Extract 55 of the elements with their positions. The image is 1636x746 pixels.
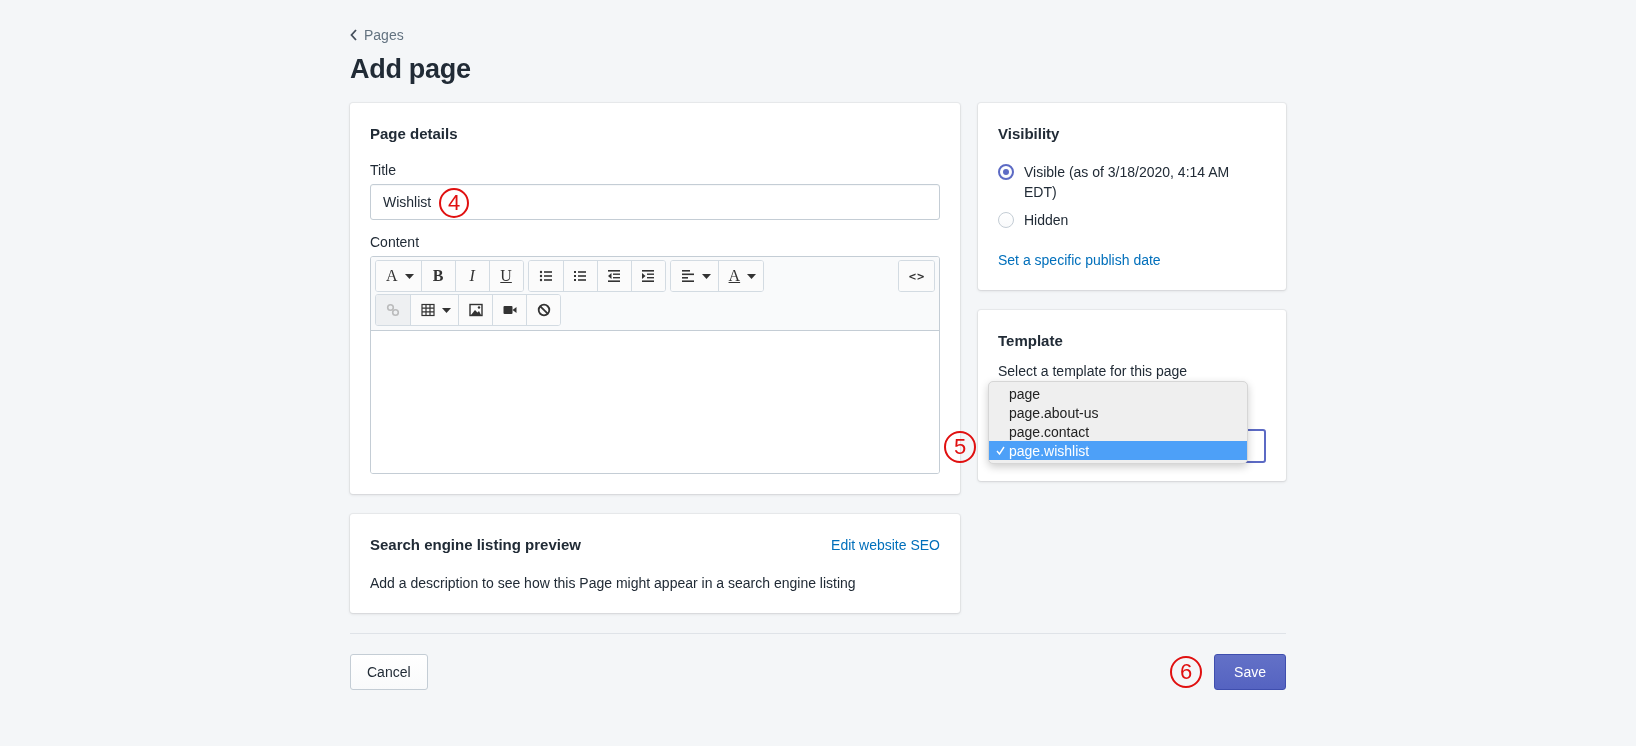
toolbar-button[interactable]: A [376, 261, 421, 291]
table-icon [421, 303, 435, 317]
numbered-list-icon [573, 269, 588, 283]
caret-down-icon [701, 273, 711, 279]
toolbar-button[interactable]: U [488, 261, 523, 291]
toolbar-button[interactable] [562, 261, 597, 291]
toolbar-button[interactable] [526, 295, 560, 325]
callout-number: 4 [439, 188, 469, 218]
toolbar-button[interactable]: A [717, 261, 764, 291]
caret-down-icon [404, 273, 414, 279]
edit-seo-link[interactable]: Edit website SEO [831, 536, 940, 553]
save-button[interactable]: Save [1214, 654, 1286, 690]
radio-button[interactable] [998, 164, 1014, 180]
field-label: Content [370, 234, 421, 250]
video-camera-icon [502, 303, 517, 317]
align-left-icon [680, 269, 695, 283]
template-hint: Select a template for this page [998, 363, 1189, 379]
breadcrumb-link[interactable]: Pages [350, 27, 404, 43]
menu-option[interactable]: page.about-us [989, 403, 1247, 422]
radio-label: Visible (as of 3/18/2020, 4:14 AM EDT) [1024, 163, 1231, 202]
toolbar-button[interactable]: <> [899, 261, 934, 291]
card-heading: Visibility [998, 125, 1061, 142]
callout-number: 5 [944, 431, 976, 463]
toolbar-button[interactable] [670, 261, 718, 291]
radio-label: Hidden [1024, 211, 1069, 230]
outdent-icon [607, 269, 622, 283]
toolbar-button[interactable] [596, 261, 631, 291]
caret-down-icon [747, 273, 757, 279]
toolbar-button[interactable] [458, 295, 492, 325]
card-heading: Search engine listing preview [370, 536, 581, 553]
callout-number: 6 [1170, 656, 1203, 688]
toolbar-button[interactable] [528, 261, 563, 291]
field-label: Title [370, 162, 397, 178]
title-field[interactable]: Wishlist 4 [370, 184, 940, 220]
toolbar-button[interactable] [630, 261, 665, 291]
page-title: Add page [350, 54, 472, 85]
seo-description: Add a description to see how this Page might appear in a search engine listing [370, 574, 857, 593]
toolbar-button[interactable] [492, 295, 526, 325]
no-entry-icon [536, 303, 551, 317]
bulleted-list-icon [538, 269, 553, 283]
card-heading: Template [998, 332, 1064, 349]
checkmark-icon [996, 446, 1005, 455]
link-icon [386, 303, 400, 317]
toolbar-button[interactable] [410, 295, 458, 325]
chevron-left-icon [350, 29, 358, 41]
indent-icon [641, 269, 656, 283]
cancel-button[interactable]: Cancel [350, 654, 428, 690]
caret-down-icon [442, 307, 451, 313]
menu-option[interactable]: page.contact [989, 422, 1247, 441]
card-heading: Page details [370, 125, 459, 142]
toolbar-button[interactable]: I [454, 261, 489, 291]
toolbar-button[interactable]: B [420, 261, 455, 291]
menu-option[interactable]: page [989, 384, 1247, 403]
image-icon [468, 303, 483, 317]
publish-date-link[interactable]: Set a specific publish date [998, 252, 1161, 268]
